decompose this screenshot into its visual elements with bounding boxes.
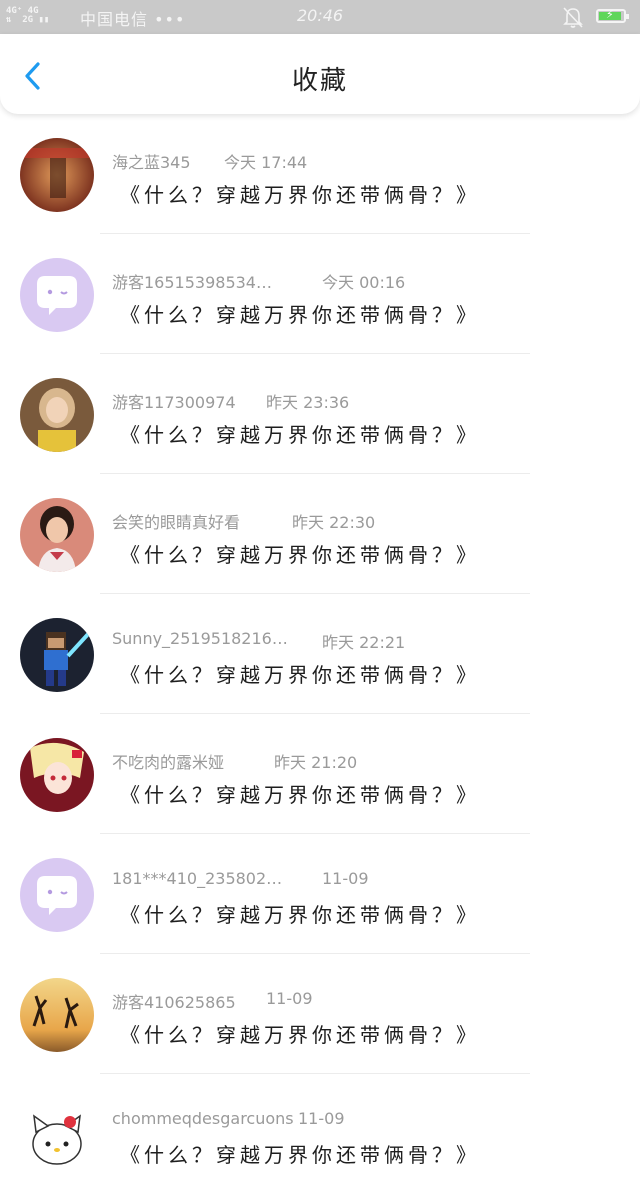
avatar[interactable] <box>20 138 94 212</box>
item-time: 昨天 22:21 <box>322 633 406 652</box>
item-meta: 不吃肉的露米娅 昨天 21:20 <box>112 749 357 773</box>
user-name: Sunny_2519518216… <box>112 629 288 648</box>
user-name: chommeqdesgarcuons <box>112 1109 294 1128</box>
item-message: 《什么？穿越万界你还带俩骨？》 <box>120 183 480 207</box>
avatar[interactable] <box>20 858 94 932</box>
avatar[interactable] <box>20 738 94 812</box>
avatar[interactable] <box>20 1098 94 1172</box>
item-message: 《什么？穿越万界你还带俩骨？》 <box>120 423 480 447</box>
item-time: 11-09 <box>298 1109 345 1128</box>
user-name: 会笑的眼睛真好看 <box>112 513 241 532</box>
user-name: 海之蓝345 <box>112 153 191 172</box>
list-item[interactable]: 游客410625865 11-09 《什么？穿越万界你还带俩骨？》 <box>0 954 640 1074</box>
item-time: 11-09 <box>266 989 313 1008</box>
item-meta: 游客117300974 昨天 23:36 <box>112 389 349 413</box>
list-item[interactable]: 181***410_235802… 11-09 《什么？穿越万界你还带俩骨？》 <box>0 834 640 954</box>
list-item[interactable]: 游客117300974 昨天 23:36 《什么？穿越万界你还带俩骨？》 <box>0 354 640 474</box>
status-bar: 4G⁺ 4G ⇅ 2G ▮▮ 中国电信 ••• 20:46 ⚡ <box>0 0 640 34</box>
item-message: 《什么？穿越万界你还带俩骨？》 <box>120 543 480 567</box>
item-meta: 会笑的眼睛真好看 昨天 22:30 <box>112 509 375 533</box>
page-title: 收藏 <box>291 66 348 96</box>
item-message: 《什么？穿越万界你还带俩骨？》 <box>120 1023 480 1047</box>
item-meta: Sunny_2519518216… 昨天 22:21 <box>112 629 405 652</box>
item-meta: 181***410_235802… 11-09 <box>112 869 369 888</box>
battery-charging-icon: ⚡ <box>596 8 629 23</box>
item-meta: 游客410625865 11-09 <box>112 989 313 1013</box>
item-meta: 海之蓝345 今天 17:44 <box>112 149 307 173</box>
avatar[interactable] <box>20 378 94 452</box>
list-item[interactable]: 游客16515398534… 今天 00:16 《什么？穿越万界你还带俩骨？》 <box>0 234 640 354</box>
avatar[interactable] <box>20 618 94 692</box>
item-meta: chommeqdesgarcuons 11-09 <box>112 1109 345 1128</box>
navigation-bar: 收藏 <box>0 34 640 114</box>
user-name: 游客410625865 <box>112 993 236 1012</box>
avatar[interactable] <box>20 498 94 572</box>
list-item[interactable]: 会笑的眼睛真好看 昨天 22:30 《什么？穿越万界你还带俩骨？》 <box>0 474 640 594</box>
item-time: 今天 17:44 <box>224 153 308 172</box>
item-time: 昨天 23:36 <box>266 393 350 412</box>
user-name: 不吃肉的露米娅 <box>112 753 225 772</box>
list-item[interactable]: chommeqdesgarcuons 11-09 《什么？穿越万界你还带俩骨？》 <box>0 1074 640 1194</box>
item-time: 11-09 <box>322 869 369 888</box>
item-time: 今天 00:16 <box>322 273 406 292</box>
avatar[interactable] <box>20 258 94 332</box>
list-item[interactable]: Sunny_2519518216… 昨天 22:21 《什么？穿越万界你还带俩骨… <box>0 594 640 714</box>
user-name: 游客117300974 <box>112 393 236 412</box>
item-message: 《什么？穿越万界你还带俩骨？》 <box>120 303 480 327</box>
item-time: 昨天 21:20 <box>274 753 358 772</box>
bell-off-icon <box>563 7 583 28</box>
status-time: 20:46 <box>297 6 344 25</box>
avatar[interactable] <box>20 978 94 1052</box>
user-name: 游客16515398534… <box>112 273 272 292</box>
item-message: 《什么？穿越万界你还带俩骨？》 <box>120 663 480 687</box>
carrier-label: 中国电信 ••• <box>80 10 186 29</box>
item-message: 《什么？穿越万界你还带俩骨？》 <box>120 783 480 807</box>
item-message: 《什么？穿越万界你还带俩骨？》 <box>120 1143 480 1167</box>
signal-icon: 4G⁺ 4G ⇅ 2G ▮▮ <box>6 6 50 25</box>
item-message: 《什么？穿越万界你还带俩骨？》 <box>120 903 480 927</box>
list-item[interactable]: 不吃肉的露米娅 昨天 21:20 《什么？穿越万界你还带俩骨？》 <box>0 714 640 834</box>
favorites-list: 海之蓝345 今天 17:44 《什么？穿越万界你还带俩骨？》 游客165153… <box>0 114 640 1194</box>
item-time: 昨天 22:30 <box>292 513 376 532</box>
list-item[interactable]: 海之蓝345 今天 17:44 《什么？穿越万界你还带俩骨？》 <box>0 114 640 234</box>
user-name: 181***410_235802… <box>112 869 283 888</box>
item-meta: 游客16515398534… 今天 00:16 <box>112 269 405 293</box>
